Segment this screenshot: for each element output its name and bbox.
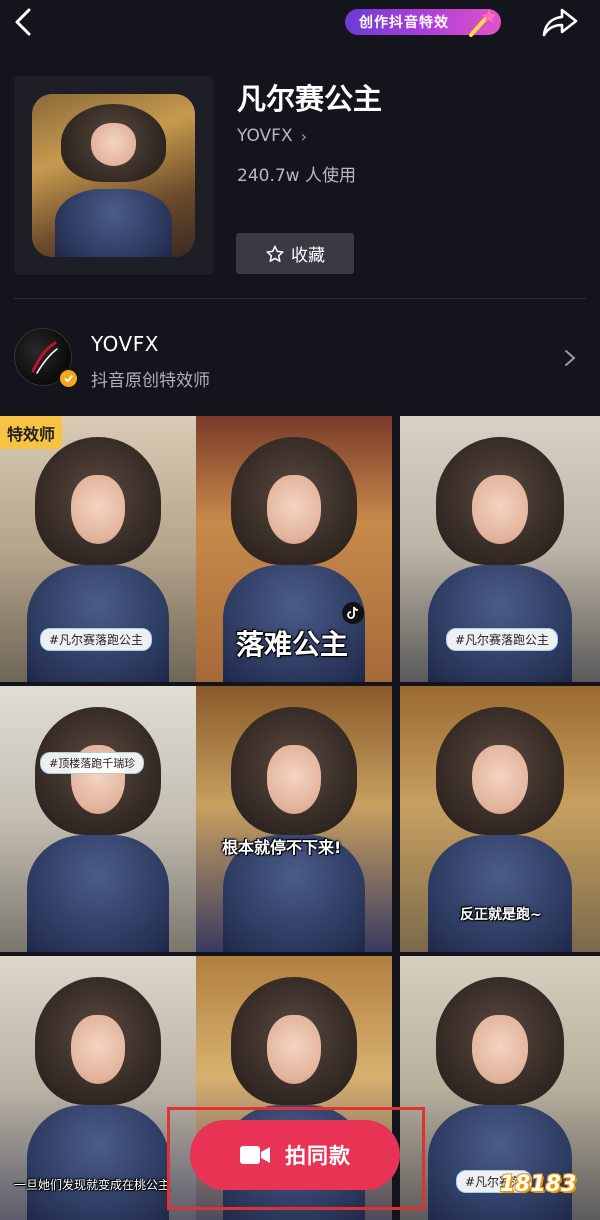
video-grid: 特效师 #凡尔赛落跑公主 落难公主 #凡尔赛落跑公主 #顶楼落跑千瑞珍 根本就停…	[0, 416, 600, 1220]
video-caption: 根本就停不下来!	[222, 838, 342, 857]
magic-wand-icon	[469, 9, 496, 37]
video-tile[interactable]: 落难公主	[196, 416, 392, 682]
effect-cover-image	[32, 94, 195, 257]
verified-badge-icon	[58, 368, 79, 389]
tiktok-logo-icon	[342, 602, 364, 624]
video-tile[interactable]: 根本就停不下来!	[196, 686, 392, 952]
chevron-right-icon: ›	[300, 126, 307, 146]
create-effect-button[interactable]: 创作抖音特效	[345, 9, 501, 37]
creator-badge: 特效师	[0, 416, 63, 449]
site-watermark: 18183	[499, 1171, 577, 1197]
usage-count: 240.7w 人使用	[237, 166, 356, 186]
video-tile[interactable]: #凡尔赛落跑公主	[400, 416, 600, 682]
video-caption: 反正就是跑~	[460, 907, 542, 923]
favorite-label: 收藏	[291, 246, 325, 266]
video-tile[interactable]: 反正就是跑~	[400, 686, 600, 952]
favorite-button[interactable]: 收藏	[236, 233, 354, 274]
back-arrow-icon[interactable]	[8, 6, 40, 38]
star-icon	[266, 245, 284, 262]
annotation-highlight-box	[167, 1107, 425, 1210]
video-caption: 一旦她们发现就变成在桃公主	[14, 1178, 171, 1192]
hashtag-chip: #顶楼落跑千瑞珍	[40, 752, 145, 774]
video-tile[interactable]: #顶楼落跑千瑞珍	[0, 686, 196, 952]
hashtag-chip: #凡尔赛落跑公主	[446, 628, 559, 651]
effect-thumbnail	[14, 76, 213, 275]
top-bar: 创作抖音特效	[0, 0, 600, 44]
author-name[interactable]: YOVFX	[91, 332, 159, 356]
divider	[14, 298, 586, 299]
effect-creator-link[interactable]: YOVFX ›	[237, 126, 307, 146]
video-tile[interactable]: 特效师 #凡尔赛落跑公主	[0, 416, 196, 682]
author-subtitle: 抖音原创特效师	[91, 371, 210, 391]
effect-creator-name: YOVFX	[237, 126, 293, 146]
chevron-right-icon[interactable]	[562, 348, 578, 368]
effect-title: 凡尔赛公主	[237, 82, 383, 116]
hashtag-chip: #凡尔赛落跑公主	[40, 628, 153, 651]
create-effect-label: 创作抖音特效	[359, 15, 449, 31]
video-caption: 落难公主	[236, 628, 349, 661]
share-icon[interactable]	[540, 4, 580, 40]
